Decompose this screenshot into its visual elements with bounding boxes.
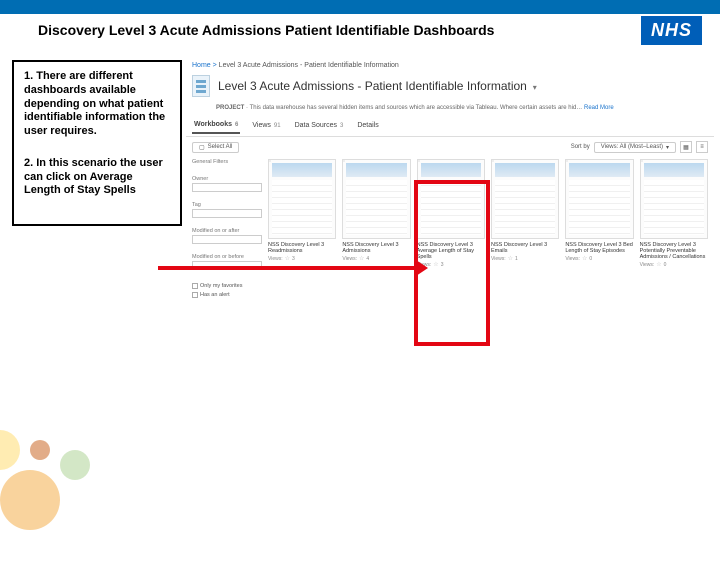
tag-label: Tag	[192, 202, 262, 208]
page-title: Level 3 Acute Admissions - Patient Ident…	[218, 79, 527, 93]
breadcrumb-home[interactable]: Home	[192, 62, 211, 69]
workbook-name: NSS Discovery Level 3 Admissions	[342, 242, 410, 254]
workbook-thumbnail[interactable]	[268, 159, 336, 239]
breadcrumb: Home > Level 3 Acute Admissions - Patien…	[186, 60, 714, 71]
modified-after-label: Modified on or after	[192, 228, 262, 234]
workbook-card[interactable]: NSS Discovery Level 3 Admissions Views: …	[342, 159, 410, 298]
sort-dropdown[interactable]: Views: All (Most–Least) ▾	[594, 142, 676, 153]
instruction-callout: 1. There are different dashboards availa…	[12, 60, 182, 226]
filter-sidebar: General Filters Owner Tag Modified on or…	[192, 159, 262, 298]
workbook-name: NSS Discovery Level 3 Potentially Preven…	[640, 242, 708, 260]
only-favorites-checkbox[interactable]: Only my favorites	[192, 283, 262, 289]
owner-label: Owner	[192, 176, 262, 182]
workbook-meta: Views: ☆ 1	[491, 255, 559, 262]
tab-details[interactable]: Details	[355, 119, 380, 134]
project-icon	[192, 75, 210, 97]
filter-row: ▢ Select All Sort by Views: All (Most–Le…	[186, 137, 714, 157]
slide-topbar	[0, 0, 720, 14]
list-view-icon[interactable]: ≡	[696, 141, 708, 153]
workbook-card[interactable]: NSS Discovery Level 3 Emails Views: ☆ 1	[491, 159, 559, 298]
workbook-meta: Views: ☆ 0	[565, 255, 633, 262]
workbook-meta: Views: ☆ 0	[640, 261, 708, 268]
workbook-card[interactable]: NSS Discovery Level 3 Readmissions Views…	[268, 159, 336, 298]
modified-before-label: Modified on or before	[192, 254, 262, 260]
project-description: PROJECT · This data warehouse has severa…	[186, 103, 714, 117]
modified-after-input[interactable]	[192, 235, 262, 244]
slide-title: Discovery Level 3 Acute Admissions Patie…	[0, 14, 720, 44]
red-arrow	[158, 266, 418, 270]
tab-datasources[interactable]: Data Sources3	[293, 119, 346, 134]
workbook-name: NSS Discovery Level 3 Emails	[491, 242, 559, 254]
owner-input[interactable]	[192, 183, 262, 192]
star-icon: ☆	[508, 255, 513, 262]
sort-group: Sort by Views: All (Most–Least) ▾ ▦ ≡	[571, 141, 708, 153]
grid-view-icon[interactable]: ▦	[680, 141, 692, 153]
star-icon: ☆	[359, 255, 364, 262]
decorative-bubbles	[0, 370, 170, 570]
workbook-name: NSS Discovery Level 3 Bed Length of Stay…	[565, 242, 633, 254]
star-icon: ☆	[285, 255, 290, 262]
workbook-thumbnail[interactable]	[640, 159, 708, 239]
tab-workbooks[interactable]: Workbooks6	[192, 119, 240, 134]
callout-step-2: 2. In this scenario the user can click o…	[24, 157, 170, 198]
workbook-thumbnail[interactable]	[565, 159, 633, 239]
workbook-card[interactable]: NSS Discovery Level 3 Potentially Preven…	[640, 159, 708, 298]
star-icon: ☆	[656, 261, 661, 268]
nhs-logo: NHS	[641, 16, 702, 45]
select-all-toggle[interactable]: ▢ Select All	[192, 142, 239, 153]
red-highlight-box	[414, 180, 490, 346]
workbook-meta: Views: ☆ 4	[342, 255, 410, 262]
callout-step-1: 1. There are different dashboards availa…	[24, 70, 170, 139]
page-header: Level 3 Acute Admissions - Patient Ident…	[186, 71, 714, 103]
chevron-down-icon[interactable]: ▾	[533, 83, 537, 92]
workbook-meta: Views: ☆ 3	[268, 255, 336, 262]
workbook-name: NSS Discovery Level 3 Readmissions	[268, 242, 336, 254]
star-icon: ☆	[582, 255, 587, 262]
has-alert-checkbox[interactable]: Has an alert	[192, 292, 262, 298]
breadcrumb-current: Level 3 Acute Admissions - Patient Ident…	[219, 62, 399, 69]
chevron-down-icon: ▾	[666, 144, 669, 151]
read-more-link[interactable]: Read More	[584, 105, 614, 111]
workbook-thumbnail[interactable]	[342, 159, 410, 239]
tab-views[interactable]: Views91	[250, 119, 282, 134]
filters-heading: General Filters	[192, 159, 262, 165]
workbook-card[interactable]: NSS Discovery Level 3 Bed Length of Stay…	[565, 159, 633, 298]
workbook-thumbnail[interactable]	[491, 159, 559, 239]
tab-row: Workbooks6 Views91 Data Sources3 Details	[186, 117, 714, 137]
sort-label: Sort by	[571, 144, 590, 150]
tag-input[interactable]	[192, 209, 262, 218]
